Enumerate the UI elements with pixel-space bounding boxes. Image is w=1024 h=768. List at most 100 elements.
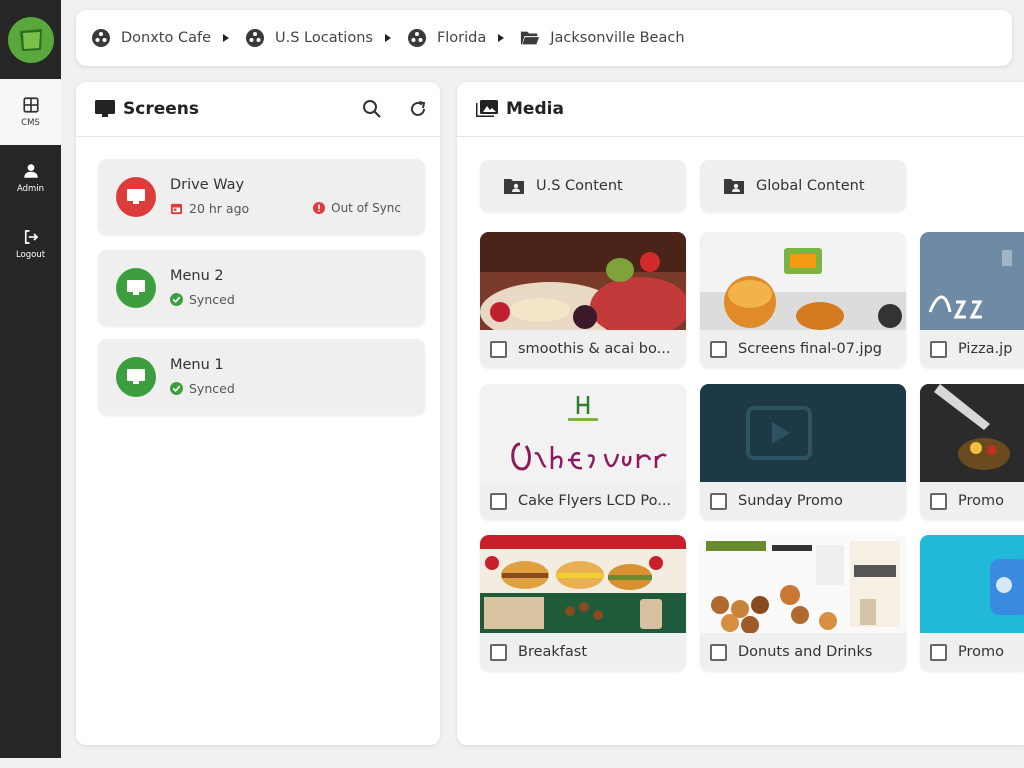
tile-name: smoothis & acai bo...: [518, 341, 671, 357]
logout-icon: [24, 230, 38, 244]
tile-checkbox[interactable]: [490, 340, 507, 358]
tile-footer: Screens final-07.jpg: [700, 330, 906, 368]
check-circle-icon: [170, 382, 183, 395]
alert-icon: [313, 202, 326, 214]
tile-checkbox[interactable]: [930, 340, 947, 358]
sidebar-item-label: Admin: [16, 184, 45, 194]
breadcrumb-label: Florida: [436, 30, 487, 46]
folder-user-icon: [724, 179, 744, 194]
breadcrumb-separator-icon: [498, 34, 505, 42]
folder-label: U.S Content: [536, 178, 623, 194]
tile-name: Donuts and Drinks: [738, 644, 873, 660]
breadcrumb-separator-icon: [223, 34, 230, 42]
tile-checkbox[interactable]: [710, 492, 727, 510]
logo-icon: [7, 16, 54, 63]
monitor-icon: [95, 100, 115, 117]
search-icon: [363, 100, 381, 118]
folder-global-content[interactable]: Global Content: [700, 160, 906, 212]
media-panel: Media U.S Content Global Content smoothi…: [457, 82, 1024, 745]
search-button[interactable]: [361, 98, 383, 120]
sidebar-item-label: Logout: [15, 250, 46, 260]
screen-sync-status: Synced: [170, 292, 235, 307]
panel-title: Screens: [123, 99, 199, 119]
media-tile[interactable]: Donuts and Drinks: [700, 535, 906, 671]
screens-header: Screens: [76, 82, 440, 137]
screen-sub-text: 20 hr ago: [189, 201, 250, 216]
screen-name: Drive Way: [170, 177, 245, 193]
media-thumbnail: [700, 232, 906, 330]
media-thumbnail: [920, 232, 1024, 330]
breadcrumb-item-jacksonville-beach[interactable]: Jacksonville Beach: [520, 28, 685, 48]
tile-footer: Sunday Promo: [700, 482, 906, 520]
breadcrumb: Donxto Cafe U.S Locations Florida Jackso…: [76, 10, 1012, 66]
screen-name: Menu 1: [170, 357, 224, 373]
breadcrumb-item-florida[interactable]: Florida: [407, 28, 486, 48]
media-tile[interactable]: Promo: [920, 384, 1024, 520]
media-thumbnail: [920, 384, 1024, 482]
screen-sync-status: Synced: [170, 381, 235, 396]
tile-checkbox[interactable]: [710, 643, 727, 661]
calendar-icon: [170, 203, 183, 215]
media-header: Media: [457, 82, 1024, 137]
tile-footer: Breakfast: [480, 633, 686, 671]
folder-user-icon: [504, 179, 524, 194]
breadcrumb-label: U.S Locations: [275, 30, 373, 46]
tile-checkbox[interactable]: [490, 492, 507, 510]
sidebar-item-cms[interactable]: CMS: [0, 79, 61, 145]
screen-card-menu-2[interactable]: Menu 2 Synced: [98, 250, 425, 326]
location-icon: [246, 29, 265, 47]
folder-open-icon: [521, 31, 540, 45]
media-tile[interactable]: Pizza.jp: [920, 232, 1024, 368]
logo: [0, 0, 61, 79]
tile-footer: Donuts and Drinks: [700, 633, 906, 671]
tile-checkbox[interactable]: [710, 340, 727, 358]
breadcrumb-separator-icon: [384, 34, 391, 42]
breadcrumb-item-us-locations[interactable]: U.S Locations: [245, 28, 373, 48]
media-tile[interactable]: Screens final-07.jpg: [700, 232, 906, 368]
check-circle-icon: [170, 293, 183, 306]
status-text: Synced: [189, 381, 235, 396]
screen-last-seen: 20 hr ago: [170, 201, 249, 216]
tile-name: Promo: [958, 493, 1004, 509]
screen-status-icon: [116, 177, 156, 217]
media-thumbnail: [480, 535, 686, 633]
tile-name: Promo: [958, 644, 1004, 660]
media-thumbnail: [920, 535, 1024, 633]
refresh-button[interactable]: [407, 98, 429, 120]
media-tile[interactable]: Breakfast: [480, 535, 686, 671]
tile-checkbox[interactable]: [490, 643, 507, 661]
screen-status-icon: [116, 268, 156, 308]
screen-sync-status: Out of Sync: [313, 201, 401, 215]
tile-footer: Cake Flyers LCD Po...: [480, 482, 686, 520]
breadcrumb-item-donxto-cafe[interactable]: Donxto Cafe: [91, 28, 211, 48]
screen-status-icon: [116, 357, 156, 397]
refresh-icon: [411, 101, 426, 116]
sidebar-item-admin[interactable]: Admin: [0, 145, 61, 211]
media-tile[interactable]: Sunday Promo: [700, 384, 906, 520]
tile-checkbox[interactable]: [930, 643, 947, 661]
folder-label: Global Content: [756, 178, 865, 194]
media-tile[interactable]: smoothis & acai bo...: [480, 232, 686, 368]
sidebar-item-label: CMS: [21, 118, 40, 128]
screen-name: Menu 2: [170, 268, 224, 284]
tile-checkbox[interactable]: [930, 492, 947, 510]
tile-footer: Pizza.jp: [920, 330, 1024, 368]
tile-footer: Promo: [920, 482, 1024, 520]
grid-icon: [22, 97, 39, 113]
screens-panel: Screens Drive Way 20 hr ago Out of Sync …: [76, 82, 440, 745]
panel-title: Media: [506, 99, 564, 119]
sidebar-item-logout[interactable]: Logout: [0, 211, 61, 277]
tile-name: Sunday Promo: [738, 493, 843, 509]
folder-us-content[interactable]: U.S Content: [480, 160, 686, 212]
media-thumbnail: [700, 535, 906, 633]
media-tile[interactable]: Promo: [920, 535, 1024, 671]
tile-name: Pizza.jp: [958, 341, 1013, 357]
media-tile[interactable]: Cake Flyers LCD Po...: [480, 384, 686, 520]
status-text: Out of Sync: [331, 201, 401, 215]
media-thumbnail: [480, 232, 686, 330]
tile-footer: Promo: [920, 633, 1024, 671]
screen-card-drive-way[interactable]: Drive Way 20 hr ago Out of Sync: [98, 159, 425, 235]
screen-card-menu-1[interactable]: Menu 1 Synced: [98, 339, 425, 415]
breadcrumb-label: Donxto Cafe: [121, 30, 212, 46]
tile-name: Cake Flyers LCD Po...: [518, 493, 672, 509]
